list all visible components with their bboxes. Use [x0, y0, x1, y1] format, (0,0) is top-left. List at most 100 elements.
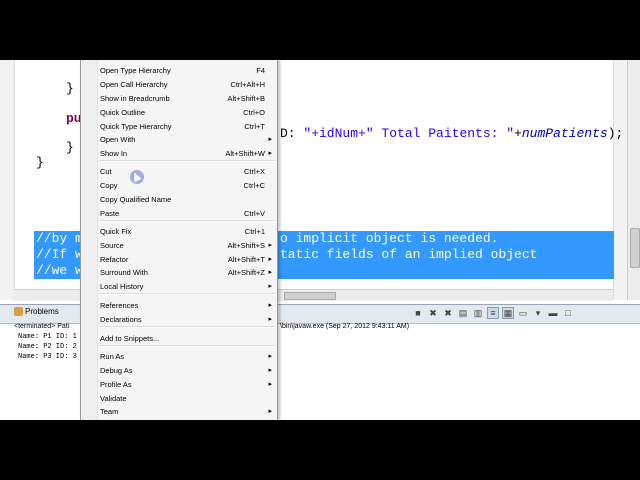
menu-item-quick-type-hierarchy[interactable]: Quick Type Hierarchy Ctrl+T	[81, 120, 277, 133]
comment-line: tatic fields of an implied object	[280, 247, 538, 262]
menu-item-shortcut: Ctrl+T	[244, 122, 265, 131]
menu-item-shortcut: Alt+Shift+B	[227, 94, 265, 103]
submenu-arrow-icon: ▸	[268, 136, 272, 143]
menu-item-label: Open Call Hierarchy	[100, 80, 168, 89]
menu-item-label: Add to Snippets...	[100, 334, 160, 343]
menu-item-label: Cut	[100, 167, 112, 176]
view-menu-icon[interactable]: ▾	[532, 307, 544, 319]
code-line: }	[36, 155, 44, 170]
word-wrap-icon[interactable]: ≡	[487, 307, 499, 319]
menu-item-shortcut: Ctrl+X	[243, 167, 265, 176]
menu-item-label: Surround With	[100, 268, 148, 277]
menu-item-label: Quick Fix	[100, 227, 132, 236]
menu-item-shortcut: Alt+Shift+Z	[227, 268, 265, 277]
submenu-arrow-icon: ▸	[268, 242, 272, 249]
menu-item-debug-as[interactable]: Debug As ▸	[81, 364, 277, 377]
new-console-icon[interactable]: ▭	[517, 307, 529, 319]
menu-item-label: Open Type Hierarchy	[100, 66, 171, 75]
menu-item-label: Team	[100, 407, 119, 416]
console-line: Name: P3 ID: 3	[18, 353, 77, 361]
menu-item-shortcut: Ctrl+V	[243, 209, 265, 218]
remove-all-icon[interactable]: ✖	[442, 307, 454, 319]
menu-item-shortcut: F4	[256, 66, 265, 75]
stop-icon[interactable]: ■	[412, 307, 424, 319]
menu-item-cut[interactable]: Cut Ctrl+X	[81, 165, 277, 178]
menu-item-open-type-hierarchy[interactable]: Open Type Hierarchy F4	[81, 64, 277, 77]
submenu-arrow-icon: ▸	[268, 302, 272, 309]
scroll-thumb[interactable]	[284, 292, 336, 300]
menu-item-label: Refactor	[100, 255, 129, 264]
tab-problems[interactable]: Problems	[14, 307, 59, 317]
overview-ruler	[613, 60, 628, 300]
operator: +	[514, 126, 522, 141]
code-line-print: D: "+idNum+" Total Paitents: "+numPatien…	[280, 126, 623, 142]
maximize-icon[interactable]: □	[562, 307, 574, 319]
menu-item-shortcut: Ctrl+1	[244, 227, 265, 236]
minimize-icon[interactable]: ▬	[547, 307, 559, 319]
menu-item-run-as[interactable]: Run As ▸	[81, 350, 277, 363]
menu-item-shortcut: Ctrl+Alt+H	[230, 80, 265, 89]
menu-item-open-with[interactable]: Open With ▸	[81, 133, 277, 146]
remove-icon[interactable]: ✖	[427, 307, 439, 319]
menu-item-label: Open With	[100, 135, 136, 144]
comment-line: o implicit object is needed.	[280, 231, 499, 246]
menu-item-copy-qualified-name[interactable]: Copy Qualified Name	[81, 193, 277, 206]
string-literal: Total Paitents: "	[373, 126, 515, 141]
menu-item-validate[interactable]: Validate	[81, 392, 277, 405]
menu-item-open-call-hierarchy[interactable]: Open Call Hierarchy Ctrl+Alt+H	[81, 78, 277, 91]
submenu-arrow-icon: ▸	[268, 381, 272, 388]
submenu-arrow-icon: ▸	[268, 269, 272, 276]
submenu-arrow-icon: ▸	[268, 353, 272, 360]
menu-item-shortcut: Alt+Shift+S	[227, 241, 265, 250]
menu-item-local-history[interactable]: Local History ▸	[81, 280, 277, 293]
menu-item-surround-with[interactable]: Surround With Alt+Shift+Z ▸	[81, 266, 277, 279]
menu-item-label: Quick Type Hierarchy	[100, 122, 172, 131]
menu-item-shortcut: Alt+Shift+T	[227, 255, 265, 264]
menu-item-label: Copy	[100, 181, 118, 190]
submenu-arrow-icon: ▸	[268, 408, 272, 415]
menu-item-profile-as[interactable]: Profile As ▸	[81, 378, 277, 391]
menu-item-label: Run As	[100, 352, 125, 361]
menu-item-copy[interactable]: Copy Ctrl+C	[81, 179, 277, 192]
menu-item-show-in-breadcrumb[interactable]: Show in Breadcrumb Alt+Shift+B	[81, 92, 277, 105]
comment-line: //If w	[36, 247, 83, 262]
display-icon[interactable]: ▦	[502, 307, 514, 319]
code-line: }	[66, 140, 74, 155]
menu-item-team[interactable]: Team ▸	[81, 405, 277, 418]
menu-separator	[99, 220, 275, 222]
comment-line: //by m	[36, 231, 83, 246]
menu-item-add-to-snippets[interactable]: Add to Snippets...	[81, 332, 277, 345]
menu-item-refactor[interactable]: Refactor Alt+Shift+T ▸	[81, 253, 277, 266]
menu-separator	[99, 326, 275, 328]
editor-left-ruler	[0, 60, 15, 300]
console-line: Name: P1 ID: 1	[18, 333, 77, 341]
string-literal: "+idNum+"	[303, 126, 374, 141]
comment-line: //we w	[36, 263, 83, 278]
scroll-thumb[interactable]	[630, 228, 640, 268]
menu-item-declarations[interactable]: Declarations ▸	[81, 313, 277, 326]
submenu-arrow-icon: ▸	[268, 150, 272, 157]
menu-item-quick-outline[interactable]: Quick Outline Ctrl+O	[81, 106, 277, 119]
menu-item-references[interactable]: References ▸	[81, 299, 277, 312]
submenu-arrow-icon: ▸	[268, 283, 272, 290]
submenu-arrow-icon: ▸	[268, 367, 272, 374]
console-status: <terminated> Pati	[14, 323, 70, 330]
menu-item-source[interactable]: Source Alt+Shift+S ▸	[81, 239, 277, 252]
scroll-lock-icon[interactable]: ▤	[457, 307, 469, 319]
console-toolbar: ■ ✖ ✖ ▤ ▥ ≡ ▦ ▭ ▾ ▬ □	[412, 307, 574, 321]
pin-icon[interactable]: ▥	[472, 307, 484, 319]
menu-item-label: Local History	[100, 282, 144, 291]
console-status-path: \bin\javaw.exe (Sep 27, 2012 9:43:11 AM)	[280, 323, 410, 330]
menu-item-label: Paste	[100, 209, 120, 218]
editor-vertical-scrollbar[interactable]	[627, 60, 640, 300]
eclipse-window: } pu } } D: "+idNum+" Total Paitents: "+…	[0, 60, 640, 420]
code-line: }	[66, 81, 74, 96]
menu-item-label: Debug As	[100, 366, 133, 375]
menu-separator	[99, 160, 275, 162]
console-line: Name: P2 ID: 2	[18, 343, 77, 351]
menu-item-shortcut: Ctrl+C	[243, 181, 265, 190]
menu-item-show-in[interactable]: Show In Alt+Shift+W ▸	[81, 147, 277, 160]
menu-item-paste[interactable]: Paste Ctrl+V	[81, 207, 277, 220]
menu-item-quick-fix[interactable]: Quick Fix Ctrl+1	[81, 225, 277, 238]
code-fragment: );	[607, 126, 624, 141]
